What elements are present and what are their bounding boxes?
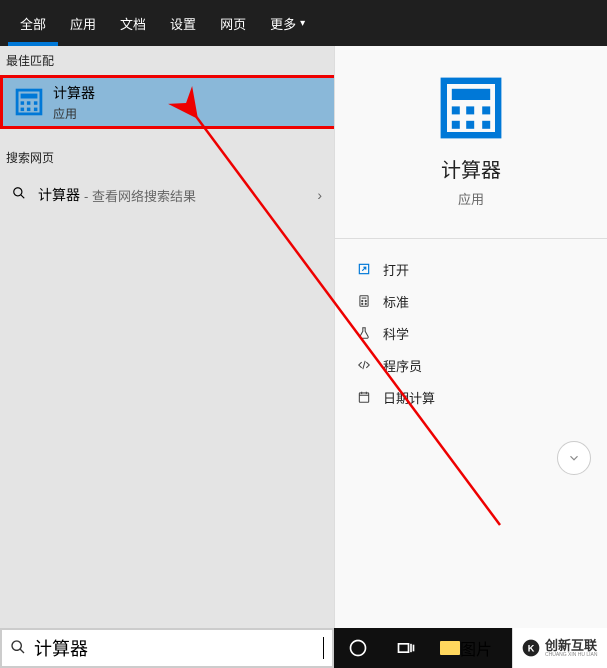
- action-programmer[interactable]: 程序员: [357, 349, 607, 381]
- preview-title: 计算器: [441, 154, 501, 183]
- action-date[interactable]: 日期计算: [357, 381, 607, 413]
- taskbar-pictures-folder[interactable]: 图片: [430, 636, 502, 660]
- preview-subtitle: 应用: [458, 189, 484, 208]
- flask-icon: [357, 326, 383, 340]
- search-icon: [12, 186, 28, 205]
- preview-header: 计算器 应用: [335, 46, 607, 239]
- web-search-query: 计算器: [38, 185, 80, 205]
- action-programmer-label: 程序员: [383, 356, 422, 375]
- watermark-brand: 创新互联: [545, 638, 597, 653]
- main-area: 最佳匹配 计算器 应用 搜索网页 计算器 - 查看网络搜索结果: [0, 46, 607, 628]
- tab-docs[interactable]: 文档: [108, 0, 158, 46]
- calculator-large-icon: [439, 76, 503, 140]
- web-search-result[interactable]: 计算器 - 查看网络搜索结果 ›: [0, 172, 334, 218]
- tab-all[interactable]: 全部: [8, 0, 58, 46]
- action-date-label: 日期计算: [383, 388, 435, 407]
- chevron-down-icon: ▾: [300, 18, 305, 29]
- tab-more-label: 更多: [270, 14, 296, 33]
- expand-down-button[interactable]: [557, 441, 591, 475]
- search-input[interactable]: [34, 638, 323, 659]
- circle-icon: [348, 638, 368, 658]
- action-open[interactable]: 打开: [357, 253, 607, 285]
- best-match-subtitle: 应用: [53, 105, 95, 122]
- tab-settings[interactable]: 设置: [158, 0, 208, 46]
- search-icon: [10, 639, 26, 658]
- tab-settings-label: 设置: [170, 14, 196, 33]
- search-scope-tabs: 全部 应用 文档 设置 网页 更多 ▾: [0, 0, 607, 46]
- tab-all-label: 全部: [20, 14, 46, 33]
- svg-text:K: K: [528, 643, 535, 653]
- taskbar-pictures-label: 图片: [460, 636, 492, 660]
- results-column: 最佳匹配 计算器 应用 搜索网页 计算器 - 查看网络搜索结果: [0, 46, 334, 628]
- search-web-heading: 搜索网页: [0, 143, 334, 172]
- best-match-title: 计算器: [53, 83, 95, 103]
- best-match-heading: 最佳匹配: [0, 46, 334, 75]
- watermark-logo: K 创新互联 CHUANG XIN HU LIAN: [512, 628, 607, 668]
- open-icon: [357, 262, 383, 276]
- tab-web[interactable]: 网页: [208, 0, 258, 46]
- tab-docs-label: 文档: [120, 14, 146, 33]
- action-standard-label: 标准: [383, 292, 409, 311]
- tab-apps[interactable]: 应用: [58, 0, 108, 46]
- calculator-app-icon: [15, 88, 43, 116]
- preview-pane: 计算器 应用 打开 标准 科学 程序员 日期计算: [334, 46, 607, 628]
- chevron-down-icon: [567, 451, 581, 465]
- action-scientific[interactable]: 科学: [357, 317, 607, 349]
- tab-web-label: 网页: [220, 14, 246, 33]
- watermark-sub: CHUANG XIN HU LIAN: [545, 653, 599, 658]
- folder-icon: [440, 641, 460, 655]
- action-scientific-label: 科学: [383, 324, 409, 343]
- action-standard[interactable]: 标准: [357, 285, 607, 317]
- taskbar-cortana-button[interactable]: [334, 628, 382, 668]
- best-match-result[interactable]: 计算器 应用: [0, 75, 334, 129]
- calendar-icon: [357, 390, 383, 404]
- tab-more[interactable]: 更多 ▾: [258, 0, 317, 46]
- watermark-icon: K: [521, 638, 541, 658]
- taskview-icon: [396, 638, 416, 658]
- tab-apps-label: 应用: [70, 14, 96, 33]
- web-search-hint: - 查看网络搜索结果: [84, 186, 196, 205]
- chevron-right-icon: ›: [317, 187, 322, 203]
- taskbar-taskview-button[interactable]: [382, 628, 430, 668]
- calculator-icon: [357, 294, 383, 308]
- text-caret: [323, 637, 324, 659]
- action-open-label: 打开: [383, 260, 409, 279]
- code-icon: [357, 358, 383, 372]
- preview-actions: 打开 标准 科学 程序员 日期计算: [335, 239, 607, 427]
- search-bar[interactable]: [0, 628, 334, 668]
